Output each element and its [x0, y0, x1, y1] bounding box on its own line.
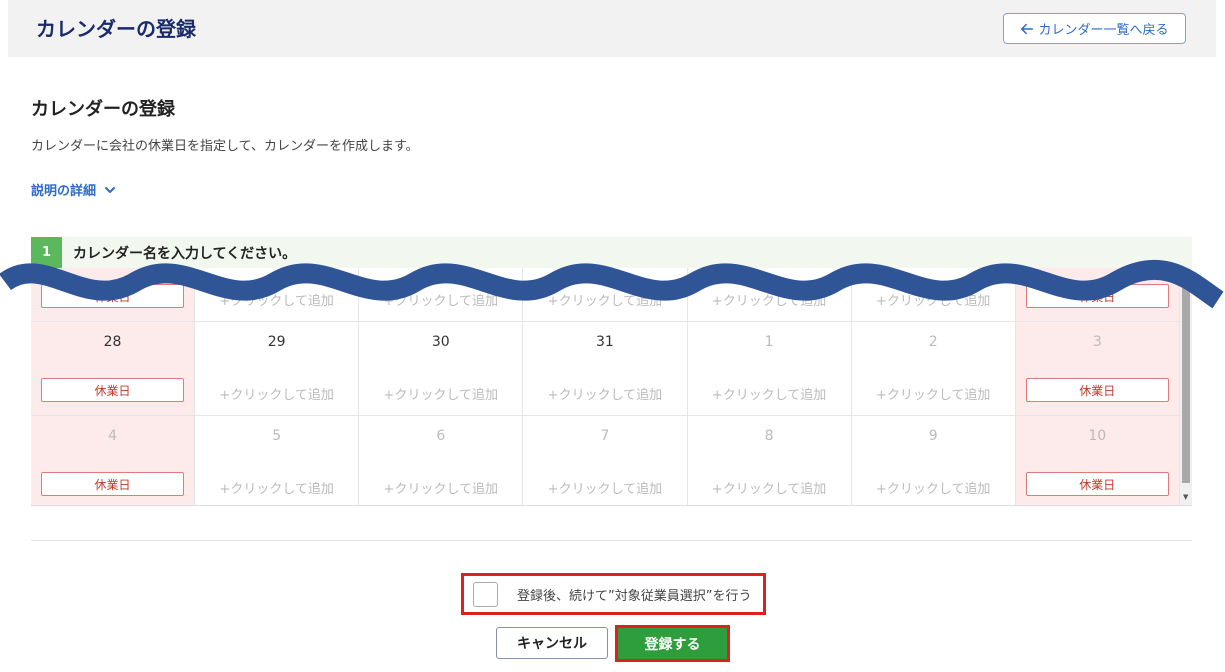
- page-title: カレンダーの登録: [36, 17, 196, 41]
- calendar-day-cell[interactable]: 9 +クリックして追加: [851, 416, 1016, 505]
- detail-toggle-link[interactable]: 説明の詳細: [31, 180, 116, 199]
- calendar-day-cell[interactable]: 7 +クリックして追加: [523, 416, 688, 505]
- calendar-day-cell[interactable]: 6 +クリックして追加: [359, 416, 524, 505]
- holiday-button[interactable]: 休業日: [1025, 378, 1169, 402]
- detail-toggle-label: 説明の詳細: [31, 184, 97, 199]
- calendar-day-cell[interactable]: 3 休業日: [1015, 322, 1180, 416]
- continue-checkbox-label: 登録後、続けて”対象従業員選択”を行う: [517, 588, 752, 604]
- omission-wave-decoration: [0, 260, 1224, 309]
- holiday-button[interactable]: 休業日: [41, 378, 185, 402]
- arrow-left-icon: [1021, 23, 1034, 34]
- calendar-day-cell[interactable]: 10 休業日: [1015, 416, 1180, 505]
- calendar-week-1: 28 休業日 29 +クリックして追加 30 +クリックして追加 31 +クリックして追…: [31, 322, 1180, 416]
- day-number: 28: [103, 334, 122, 350]
- continue-checkbox[interactable]: [473, 581, 498, 607]
- calendar-week-2: 4 休業日 5 +クリックして追加 6 +クリックして追加 7 +クリックして追加 8 +…: [31, 416, 1180, 505]
- section-description: カレンダーに会社の休業日を指定して、カレンダーを作成します。: [31, 139, 419, 154]
- add-holiday-link[interactable]: +クリックして追加: [852, 384, 1015, 403]
- day-number: 30: [431, 334, 450, 350]
- calendar-day-cell[interactable]: 30 +クリックして追加: [359, 322, 524, 416]
- footer-divider: [31, 540, 1192, 541]
- calendar-day-cell[interactable]: 4 休業日: [31, 416, 196, 505]
- add-holiday-link[interactable]: +クリックして追加: [523, 384, 686, 403]
- add-holiday-link[interactable]: +クリックして追加: [523, 478, 686, 497]
- chevron-down-icon: [105, 186, 116, 193]
- holiday-button[interactable]: 休業日: [41, 472, 185, 496]
- back-to-list-button[interactable]: カレンダー一覧へ戻る: [1003, 13, 1186, 44]
- day-number: 8: [764, 428, 774, 444]
- add-holiday-link[interactable]: +クリックして追加: [195, 478, 358, 497]
- top-bar: カレンダーの登録 カレンダー一覧へ戻る: [8, 0, 1216, 57]
- section-title: カレンダーの登録: [31, 99, 175, 120]
- calendar-day-cell[interactable]: 29 +クリックして追加: [195, 322, 360, 416]
- submit-button[interactable]: 登録する: [618, 628, 727, 659]
- calendar-day-cell[interactable]: 28 休業日: [31, 322, 196, 416]
- day-number: 6: [436, 428, 446, 444]
- day-number: 31: [596, 334, 614, 350]
- back-button-label: カレンダー一覧へ戻る: [1038, 23, 1169, 38]
- cancel-button[interactable]: キャンセル: [496, 627, 608, 659]
- calendar-day-cell[interactable]: 5 +クリックして追加: [195, 416, 360, 505]
- day-number: 4: [108, 428, 118, 444]
- calendar-day-cell[interactable]: 31 +クリックして追加: [523, 322, 688, 416]
- add-holiday-link[interactable]: +クリックして追加: [359, 478, 522, 497]
- day-number: 3: [1092, 334, 1102, 350]
- add-holiday-link[interactable]: +クリックして追加: [852, 478, 1015, 497]
- scroll-down-icon[interactable]: ▼: [1183, 493, 1188, 501]
- continue-option-highlight: 登録後、続けて”対象従業員選択”を行う: [461, 573, 766, 615]
- day-number: 29: [267, 334, 286, 350]
- add-holiday-link[interactable]: +クリックして追加: [688, 478, 851, 497]
- day-number: 2: [928, 334, 938, 350]
- add-holiday-link[interactable]: +クリックして追加: [688, 384, 851, 403]
- holiday-button[interactable]: 休業日: [1025, 472, 1169, 496]
- calendar-day-cell[interactable]: 1 +クリックして追加: [687, 322, 852, 416]
- day-number: 1: [764, 334, 774, 350]
- day-number: 5: [272, 428, 282, 444]
- calendar-day-cell[interactable]: 2 +クリックして追加: [851, 322, 1016, 416]
- day-number: 9: [928, 428, 938, 444]
- day-number: 10: [1088, 428, 1107, 444]
- calendar-day-cell[interactable]: 8 +クリックして追加: [687, 416, 852, 505]
- add-holiday-link[interactable]: +クリックして追加: [359, 384, 522, 403]
- submit-button-highlight: 登録する: [615, 625, 730, 662]
- day-number: 7: [600, 428, 610, 444]
- add-holiday-link[interactable]: +クリックして追加: [195, 384, 358, 403]
